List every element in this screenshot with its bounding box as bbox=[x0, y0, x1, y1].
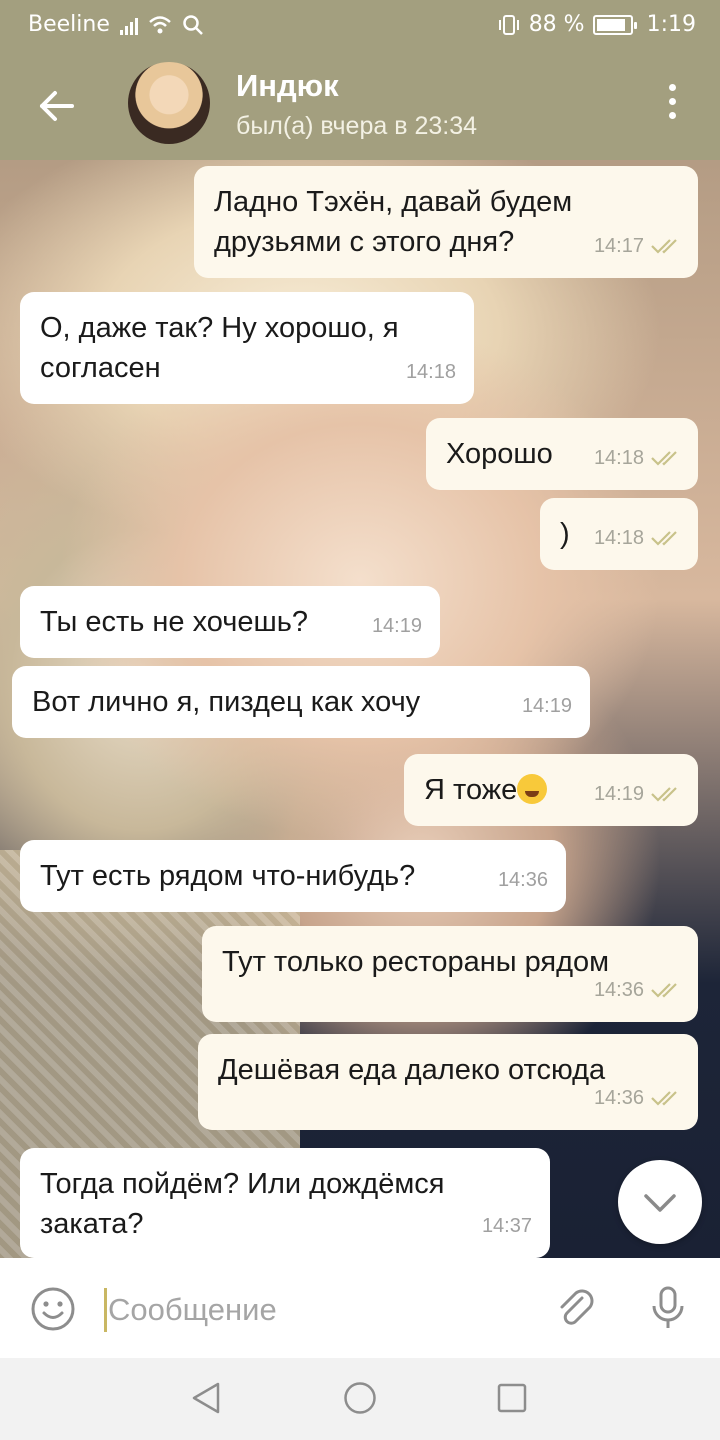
message-line: заката? bbox=[40, 1208, 144, 1240]
message-text: О, даже так? Ну хорошо, я согласен bbox=[40, 308, 399, 388]
microphone-icon[interactable] bbox=[644, 1284, 692, 1332]
message-line: Тогда пойдём? Или дождёмся bbox=[40, 1168, 445, 1200]
message-meta: 14:36 bbox=[594, 970, 684, 1010]
last-seen-status: был(а) вчера в 23:34 bbox=[236, 112, 478, 140]
arrow-left-icon[interactable] bbox=[28, 78, 84, 134]
message-text: Ладно Тэхён, давай будем друзьями с этого… bbox=[214, 182, 572, 262]
signal-icon bbox=[119, 15, 138, 35]
message-line: Тут только рестораны рядом bbox=[222, 946, 610, 978]
message-line: Дешёвая еда далеко отсюда bbox=[218, 1054, 606, 1086]
message-time: 14:17 bbox=[593, 235, 644, 257]
scroll-down-button[interactable] bbox=[618, 1160, 702, 1244]
clock: 1:19 bbox=[646, 12, 696, 37]
vibrate-icon bbox=[498, 14, 519, 35]
message-text: Ты есть не хочешь? bbox=[40, 602, 308, 642]
outgoing-message[interactable]: Ладно Тэхён, давай будем друзьями с этого… bbox=[194, 166, 698, 278]
message-time: 14:18 bbox=[593, 447, 644, 469]
message-line: Хорошо bbox=[446, 438, 553, 470]
message-meta: 14:17 bbox=[594, 226, 684, 266]
message-meta: 14:19 bbox=[522, 686, 572, 726]
battery-percent: 88 % bbox=[528, 12, 585, 37]
message-time: 14:37 bbox=[481, 1215, 532, 1237]
message-line: Тут есть рядом что-нибудь? bbox=[40, 860, 416, 892]
system-nav-bar bbox=[0, 1358, 720, 1440]
message-line-text: Я тоже bbox=[424, 774, 518, 806]
message-line: ) bbox=[560, 518, 570, 550]
smile-icon[interactable] bbox=[30, 1286, 76, 1332]
incoming-message[interactable]: Тут есть рядом что-нибудь? 14:36 bbox=[20, 840, 566, 912]
message-line: Я тоже bbox=[424, 770, 548, 810]
double-check-icon bbox=[651, 451, 677, 466]
incoming-message[interactable]: О, даже так? Ну хорошо, я согласен 14:18 bbox=[20, 292, 474, 404]
avatar[interactable] bbox=[128, 62, 210, 144]
incoming-message[interactable]: Ты есть не хочешь? 14:19 bbox=[20, 586, 440, 658]
double-check-icon bbox=[651, 787, 677, 802]
nav-back-icon[interactable] bbox=[188, 1380, 224, 1416]
message-meta: 14:36 bbox=[498, 860, 548, 900]
message-meta: 14:18 bbox=[594, 518, 684, 558]
double-check-icon bbox=[651, 239, 677, 254]
message-text: Тут есть рядом что-нибудь? bbox=[40, 856, 415, 896]
carrier-label: Beeline bbox=[28, 12, 110, 37]
message-meta: 14:19 bbox=[372, 606, 422, 646]
incoming-message[interactable]: Вот лично я, пиздец как хочу 14:19 bbox=[12, 666, 590, 738]
grinning-sweat-emoji bbox=[517, 774, 548, 804]
message-line: согласен bbox=[40, 352, 161, 384]
message-text: Тут только рестораны рядом bbox=[222, 942, 609, 982]
message-meta: 14:36 bbox=[594, 1078, 684, 1118]
message-line: Ладно Тэхён, давай будем bbox=[214, 186, 573, 218]
double-check-icon bbox=[651, 531, 677, 546]
message-meta: 14:18 bbox=[406, 352, 456, 392]
message-input[interactable]: Сообщение bbox=[108, 1292, 277, 1328]
message-time: 14:19 bbox=[371, 615, 422, 637]
message-time: 14:18 bbox=[405, 361, 456, 383]
message-text: Дешёвая еда далеко отсюда bbox=[218, 1050, 605, 1090]
message-time: 14:36 bbox=[593, 1087, 644, 1109]
outgoing-message[interactable]: Тут только рестораны рядом 14:36 bbox=[202, 926, 698, 1022]
message-line: Вот лично я, пиздец как хочу bbox=[32, 686, 421, 718]
wifi-icon bbox=[149, 15, 171, 33]
message-time: 14:19 bbox=[593, 783, 644, 805]
contact-name[interactable]: Индюк bbox=[236, 68, 339, 104]
message-meta: 14:19 bbox=[594, 774, 684, 814]
message-text: Хорошо bbox=[446, 434, 553, 474]
more-vert-icon[interactable] bbox=[660, 84, 684, 124]
battery-icon bbox=[592, 14, 637, 35]
double-check-icon bbox=[651, 983, 677, 998]
message-line: Ты есть не хочешь? bbox=[40, 606, 309, 638]
message-text: ) bbox=[560, 514, 570, 554]
message-text: Я тоже bbox=[424, 770, 548, 810]
outgoing-message[interactable]: ) 14:18 bbox=[540, 498, 698, 570]
incoming-message[interactable]: Тогда пойдём? Или дождёмся заката? 14:37 bbox=[20, 1148, 550, 1258]
text-cursor bbox=[104, 1288, 107, 1332]
search-icon bbox=[183, 14, 203, 35]
outgoing-message[interactable]: Я тоже 14:19 bbox=[404, 754, 698, 826]
message-time: 14:19 bbox=[521, 695, 572, 717]
message-meta: 14:37 bbox=[482, 1206, 532, 1246]
message-text: Тогда пойдём? Или дождёмся заката? bbox=[40, 1164, 445, 1244]
message-line: О, даже так? Ну хорошо, я bbox=[40, 312, 399, 344]
outgoing-message[interactable]: Хорошо 14:18 bbox=[426, 418, 698, 490]
chat-area[interactable]: Ладно Тэхён, давай будем друзьями с этого… bbox=[0, 160, 720, 1258]
message-time: 14:36 bbox=[593, 979, 644, 1001]
nav-recent-icon[interactable] bbox=[496, 1382, 528, 1414]
message-meta: 14:18 bbox=[594, 438, 684, 478]
paperclip-icon[interactable] bbox=[552, 1284, 600, 1332]
chevron-down-icon bbox=[644, 1194, 676, 1212]
double-check-icon bbox=[651, 1091, 677, 1106]
outgoing-message[interactable]: Дешёвая еда далеко отсюда 14:36 bbox=[198, 1034, 698, 1130]
message-line: друзьями с этого дня? bbox=[214, 226, 515, 258]
chat-header: Индюк был(а) вчера в 23:34 bbox=[0, 48, 720, 160]
message-time: 14:36 bbox=[497, 869, 548, 891]
message-time: 14:18 bbox=[593, 527, 644, 549]
message-text: Вот лично я, пиздец как хочу bbox=[32, 682, 420, 722]
nav-home-icon[interactable] bbox=[342, 1380, 378, 1416]
status-bar: Beeline 88 % 1:19 bbox=[0, 0, 720, 48]
composer-bar: Сообщение bbox=[0, 1258, 720, 1358]
